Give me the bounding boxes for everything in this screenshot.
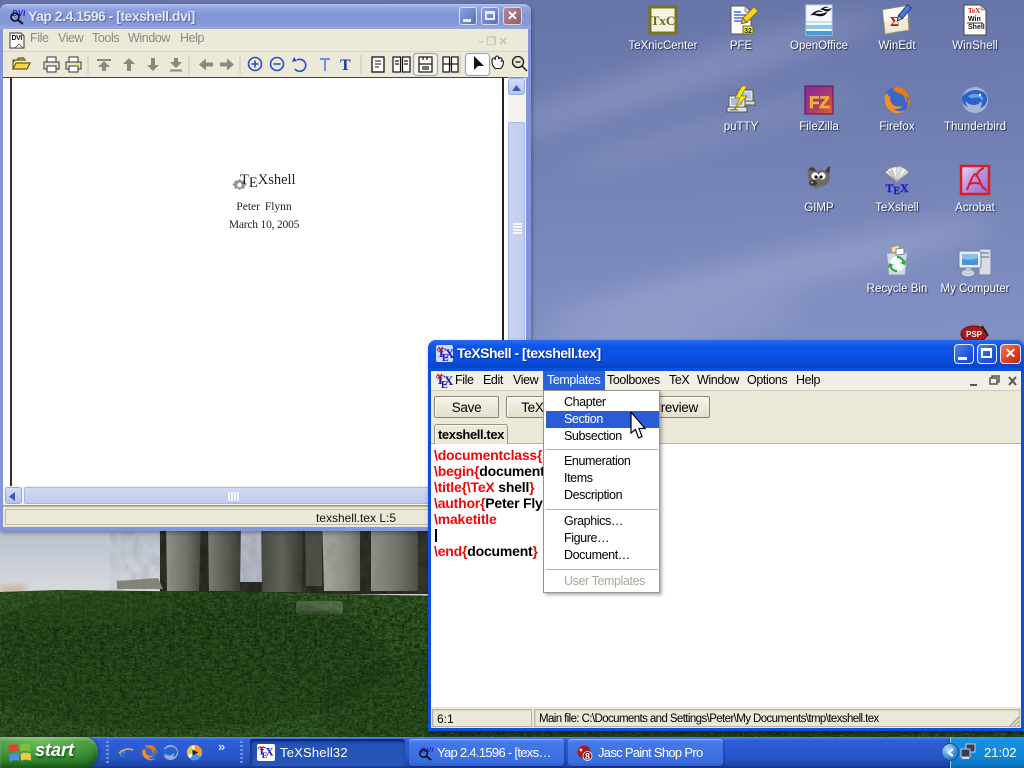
svg-text:X: X bbox=[266, 746, 275, 758]
svg-text:X: X bbox=[445, 346, 455, 361]
svg-text:TEX: TEX bbox=[885, 181, 909, 197]
svg-text:TxC: TxC bbox=[651, 13, 676, 28]
svg-text:DVI: DVI bbox=[12, 35, 23, 42]
svg-text:TeX: TeX bbox=[968, 7, 980, 15]
svg-text:Win: Win bbox=[968, 16, 981, 23]
svg-text:32: 32 bbox=[744, 28, 752, 35]
svg-text:X: X bbox=[444, 373, 454, 388]
svg-text:T: T bbox=[340, 57, 351, 74]
svg-text:Shell: Shell bbox=[968, 24, 985, 31]
svg-text:8: 8 bbox=[585, 752, 590, 762]
svg-text:PSP: PSP bbox=[966, 330, 983, 339]
svg-text:FZ: FZ bbox=[809, 93, 830, 112]
